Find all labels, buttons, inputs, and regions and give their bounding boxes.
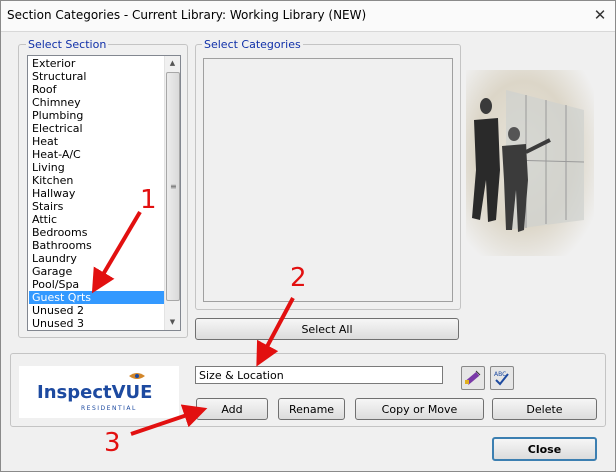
add-button[interactable]: Add <box>196 398 268 420</box>
list-item[interactable]: Pool/Spa <box>29 278 165 291</box>
copy-or-move-button[interactable]: Copy or Move <box>355 398 484 420</box>
close-button[interactable]: Close <box>492 437 597 461</box>
scroll-up-arrow-icon[interactable]: ▲ <box>165 56 180 70</box>
section-listbox[interactable]: Exterior Structural Roof Chimney Plumbing Ele… <box>27 55 181 331</box>
select-categories-label: Select Categories <box>202 38 303 51</box>
category-name-input[interactable] <box>195 366 443 384</box>
inspectvue-logo: InspectVUE RESIDENTIAL <box>19 366 179 418</box>
list-item[interactable]: Unused 3 <box>29 317 165 330</box>
list-item[interactable]: Garage <box>29 265 165 278</box>
scroll-down-arrow-icon[interactable]: ▼ <box>165 315 180 329</box>
list-item[interactable]: Heat-A/C <box>29 148 165 161</box>
window-title: Section Categories - Current Library: Wo… <box>7 8 367 22</box>
title-bar: Section Categories - Current Library: Wo… <box>1 1 615 32</box>
categories-list[interactable] <box>203 58 453 302</box>
annotation-label-3: 3 <box>104 428 121 458</box>
list-item[interactable]: Structural <box>29 70 165 83</box>
office-photo-image <box>466 70 594 256</box>
list-item[interactable]: Unused 2 <box>29 304 165 317</box>
delete-button[interactable]: Delete <box>492 398 597 420</box>
list-item[interactable]: Laundry <box>29 252 165 265</box>
list-item[interactable]: Bathrooms <box>29 239 165 252</box>
annotation-label-2: 2 <box>290 263 307 293</box>
abc-check-icon[interactable]: ABC <box>490 366 514 390</box>
annotation-label-1: 1 <box>140 185 157 215</box>
list-item[interactable]: Living <box>29 161 165 174</box>
svg-text:InspectVUE: InspectVUE <box>37 382 152 403</box>
list-item[interactable]: Roof <box>29 83 165 96</box>
list-item[interactable]: Chimney <box>29 96 165 109</box>
grip-icon: ≡ <box>170 182 177 191</box>
select-all-button[interactable]: Select All <box>195 318 459 340</box>
spellcheck-pen-icon[interactable] <box>461 366 485 390</box>
rename-button[interactable]: Rename <box>278 398 345 420</box>
scrollbar-thumb[interactable]: ≡ <box>166 72 180 301</box>
close-icon[interactable]: ✕ <box>589 5 611 25</box>
list-item[interactable]: Plumbing <box>29 109 165 122</box>
list-item[interactable]: Electrical <box>29 122 165 135</box>
list-item[interactable]: Bedrooms <box>29 226 165 239</box>
list-item[interactable]: Exterior <box>29 57 165 70</box>
select-section-label: Select Section <box>26 38 109 51</box>
list-item[interactable]: Guest Qrts <box>29 291 165 304</box>
list-item[interactable]: Heat <box>29 135 165 148</box>
svg-text:RESIDENTIAL: RESIDENTIAL <box>81 405 137 412</box>
section-scrollbar[interactable]: ▲ ≡ ▼ <box>164 56 180 330</box>
